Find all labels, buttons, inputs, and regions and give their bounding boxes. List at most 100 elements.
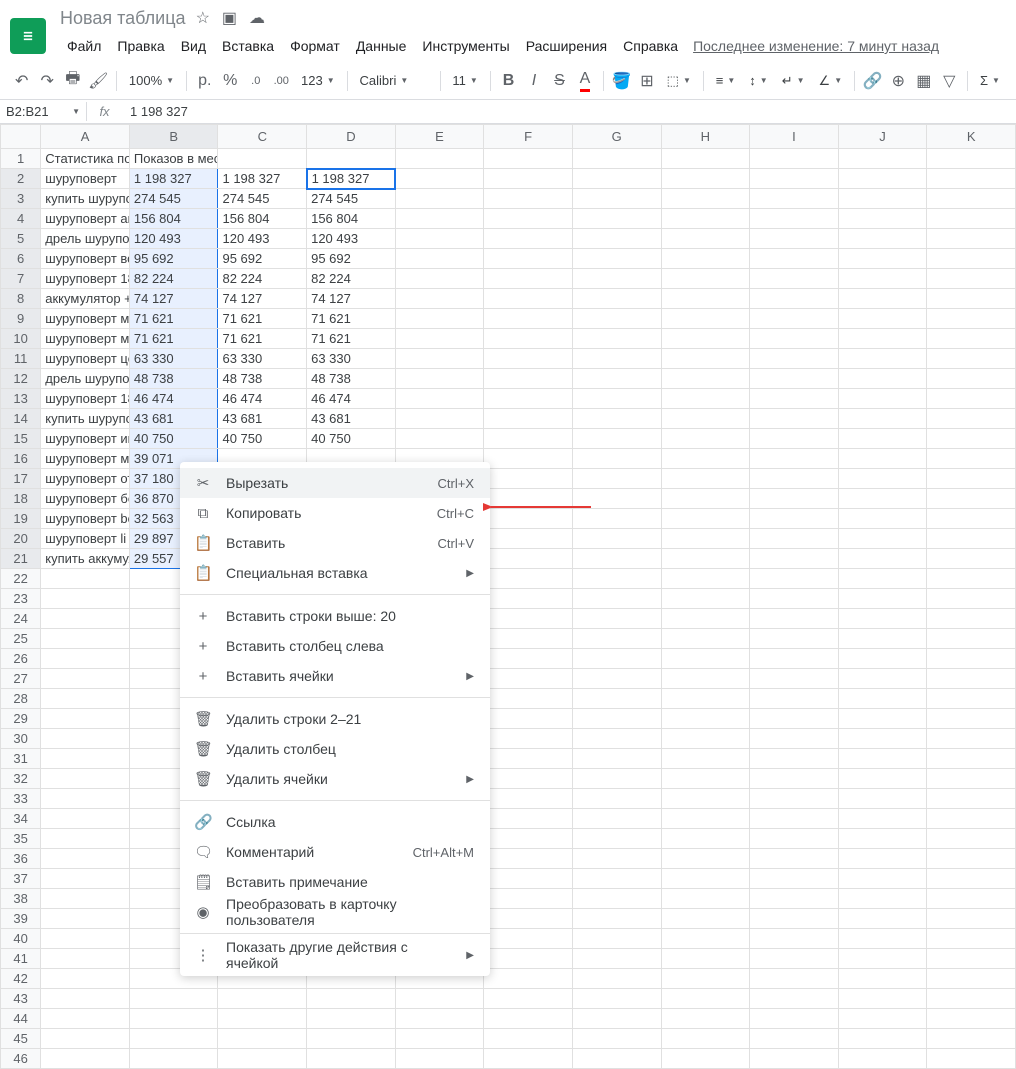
cell[interactable] [838,989,927,1009]
ctx-comment[interactable]: 🗨 Комментарий Ctrl+Alt+M [180,837,490,867]
menu-file[interactable]: Файл [60,34,108,58]
cell[interactable]: 46 474 [307,389,396,409]
row-header[interactable]: 23 [1,589,41,609]
cell[interactable] [41,729,130,749]
cell[interactable] [484,329,573,349]
cell[interactable] [927,629,1016,649]
cell[interactable] [661,589,750,609]
cell[interactable] [129,1009,218,1029]
cell[interactable] [395,349,484,369]
ctx-delete-cells[interactable]: 🗑 Удалить ячейки ▶ [180,764,490,794]
last-edit-link[interactable]: Последнее изменение: 7 минут назад [693,34,939,58]
strike-button[interactable]: S [548,68,572,94]
cell[interactable] [661,309,750,329]
cell[interactable] [838,489,927,509]
row-header[interactable]: 14 [1,409,41,429]
cell[interactable] [484,229,573,249]
cell[interactable] [750,809,839,829]
ctx-copy[interactable]: ⧉ Копировать Ctrl+C [180,498,490,528]
col-header-E[interactable]: E [395,125,484,149]
cell[interactable] [395,309,484,329]
row-header[interactable]: 12 [1,369,41,389]
cell[interactable] [484,529,573,549]
cell[interactable] [572,329,661,349]
cell[interactable] [484,269,573,289]
cell[interactable] [838,729,927,749]
cell[interactable]: 71 621 [129,329,218,349]
merge-button[interactable]: ⬚▼ [661,68,697,94]
cell[interactable]: 40 750 [129,429,218,449]
cell[interactable] [750,989,839,1009]
cell[interactable]: 120 493 [129,229,218,249]
cell[interactable] [927,669,1016,689]
cell[interactable] [572,189,661,209]
cell[interactable] [41,589,130,609]
col-header-J[interactable]: J [838,125,927,149]
cell[interactable]: купить шуруповерт [41,409,130,429]
cell[interactable]: 274 545 [129,189,218,209]
cell[interactable] [927,329,1016,349]
cell[interactable] [661,949,750,969]
cell[interactable] [484,289,573,309]
cell[interactable] [927,469,1016,489]
row-header[interactable]: 3 [1,189,41,209]
row-header[interactable]: 40 [1,929,41,949]
cell[interactable] [927,729,1016,749]
cell[interactable] [927,829,1016,849]
valign-button[interactable]: ↕▼ [743,68,773,94]
cell[interactable] [484,369,573,389]
cell[interactable] [484,449,573,469]
cell[interactable]: 120 493 [307,229,396,249]
ctx-link[interactable]: 🔗 Ссылка [180,807,490,837]
row-header[interactable]: 2 [1,169,41,189]
font-size-select[interactable]: 11▼ [446,68,483,94]
cell[interactable] [484,969,573,989]
cell[interactable] [838,649,927,669]
cell[interactable] [750,469,839,489]
cell[interactable] [41,789,130,809]
cell[interactable] [41,969,130,989]
cell[interactable] [838,249,927,269]
cell[interactable]: 95 692 [307,249,396,269]
cell[interactable] [661,969,750,989]
cell[interactable] [484,869,573,889]
cell[interactable] [750,749,839,769]
cell[interactable] [750,329,839,349]
cell[interactable] [484,769,573,789]
cell[interactable] [572,209,661,229]
cell[interactable]: 43 681 [129,409,218,429]
cell[interactable] [838,509,927,529]
menu-help[interactable]: Справка [616,34,685,58]
dec-decimal-button[interactable]: .0 [244,68,268,94]
row-header[interactable]: 25 [1,629,41,649]
cell[interactable]: 48 738 [307,369,396,389]
cell[interactable]: 48 738 [129,369,218,389]
cell[interactable] [750,289,839,309]
sheets-logo[interactable] [10,18,46,54]
cell[interactable] [572,569,661,589]
fill-color-button[interactable]: 🪣 [610,68,634,94]
cell[interactable] [484,349,573,369]
cell[interactable] [838,369,927,389]
cell[interactable] [129,1049,218,1069]
ctx-more[interactable]: ⋮ Показать другие действия с ячейкой ▶ [180,940,490,970]
cell[interactable] [927,589,1016,609]
chart-button[interactable]: ▦ [912,68,936,94]
cell[interactable] [838,769,927,789]
row-header[interactable]: 16 [1,449,41,469]
cell[interactable] [572,729,661,749]
cell[interactable] [572,1029,661,1049]
cell[interactable] [927,609,1016,629]
cell[interactable] [750,829,839,849]
cell[interactable] [838,669,927,689]
cell[interactable]: 120 493 [218,229,307,249]
cell[interactable] [750,589,839,609]
cell[interactable] [750,229,839,249]
cell[interactable] [484,929,573,949]
cell[interactable] [395,149,484,169]
cell[interactable] [572,809,661,829]
cell[interactable] [41,1029,130,1049]
cell[interactable] [927,549,1016,569]
cell[interactable]: 95 692 [129,249,218,269]
row-header[interactable]: 24 [1,609,41,629]
